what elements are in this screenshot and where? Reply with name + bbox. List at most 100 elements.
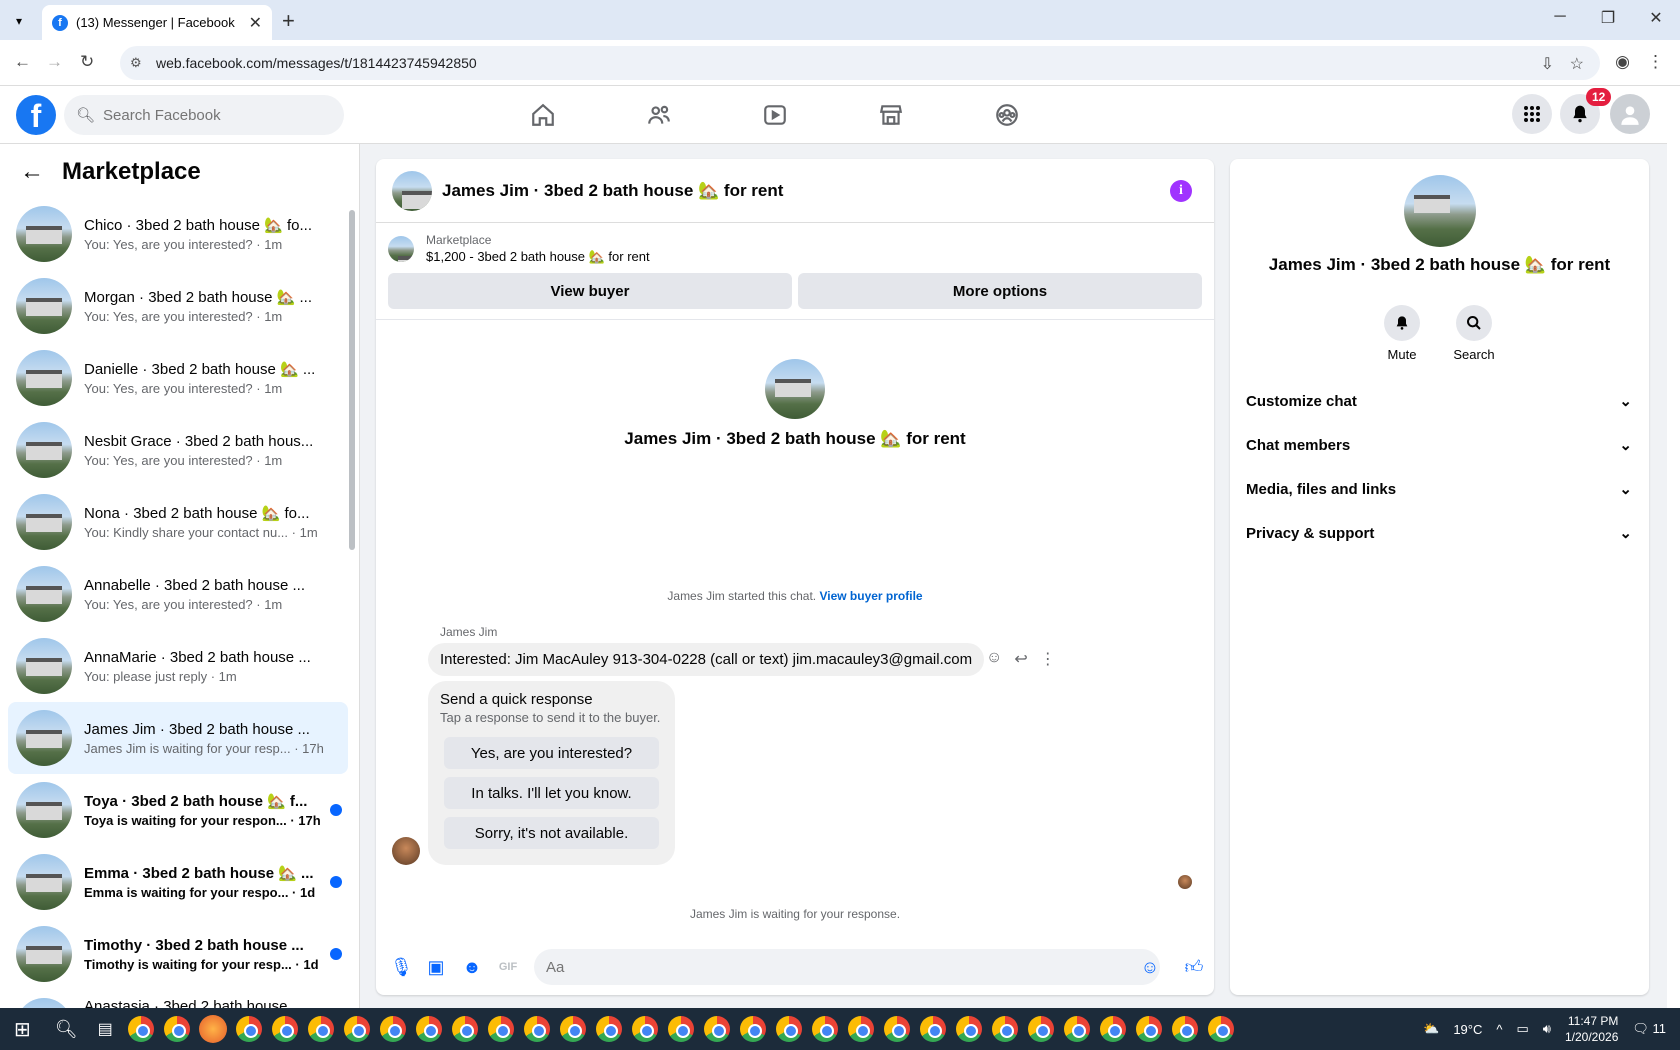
groups-icon[interactable]: [984, 92, 1030, 138]
chrome-profile-taskbar-icon[interactable]: [883, 1016, 910, 1042]
sidebar-scrollbar[interactable]: [348, 198, 356, 1008]
chrome-profile-taskbar-icon[interactable]: [739, 1016, 766, 1042]
url-bar[interactable]: ⚙ web.facebook.com/messages/t/1814423745…: [120, 46, 1600, 80]
more-options-button[interactable]: More options: [798, 273, 1202, 309]
new-tab-icon[interactable]: +: [282, 8, 295, 34]
chrome-profile-taskbar-icon[interactable]: [631, 1016, 658, 1042]
thumbs-up-icon[interactable]: 👍︎: [1184, 956, 1204, 978]
emoji-icon[interactable]: ☺: [1140, 957, 1160, 978]
chrome-profile-taskbar-icon[interactable]: [811, 1016, 838, 1042]
message-bubble[interactable]: Interested: Jim MacAuley 913-304-0228 (c…: [428, 643, 985, 676]
chrome-profile-taskbar-icon[interactable]: [703, 1016, 730, 1042]
chrome-profile-taskbar-icon[interactable]: [487, 1016, 514, 1042]
chrome-profile-taskbar-icon[interactable]: [415, 1016, 442, 1042]
network-icon[interactable]: ▭: [1516, 1021, 1528, 1037]
sticker-icon[interactable]: ☻: [462, 957, 482, 978]
chrome-profile-taskbar-icon[interactable]: [523, 1016, 550, 1042]
marketplace-icon[interactable]: [868, 92, 914, 138]
chrome-profile-taskbar-icon[interactable]: [1171, 1016, 1198, 1042]
scrollbar-thumb[interactable]: [349, 210, 355, 550]
chrome-profile-taskbar-icon[interactable]: [847, 1016, 874, 1042]
chrome-profile-taskbar-icon[interactable]: [595, 1016, 622, 1042]
info-icon[interactable]: i: [1170, 179, 1192, 202]
chrome-profile-taskbar-icon[interactable]: [775, 1016, 802, 1042]
customize-chat-section[interactable]: Customize chat ⌄: [1246, 381, 1632, 421]
close-window-icon[interactable]: ✕: [1632, 8, 1680, 28]
conversation-item-active[interactable]: James Jim · 3bed 2 bath house ... James J…: [8, 702, 348, 774]
chrome-profile-taskbar-icon[interactable]: [919, 1016, 946, 1042]
chrome-taskbar-icon[interactable]: [127, 1016, 154, 1042]
site-info-icon[interactable]: ⚙: [130, 55, 142, 71]
chrome-profile-taskbar-icon[interactable]: [667, 1016, 694, 1042]
chrome-profile-taskbar-icon[interactable]: [271, 1016, 298, 1042]
conversation-item[interactable]: Morgan · 3bed 2 bath house 🏡 ... You: Yes…: [8, 270, 348, 342]
friends-icon[interactable]: [636, 92, 682, 138]
windows-start-icon[interactable]: ⊞: [14, 1017, 31, 1042]
chat-avatar[interactable]: [392, 170, 432, 211]
conversation-item[interactable]: Chico · 3bed 2 bath house 🏡 fo... You: Ye…: [8, 198, 348, 270]
home-icon[interactable]: [520, 92, 566, 138]
conversation-item[interactable]: Timothy · 3bed 2 bath house ... Timothy i…: [8, 918, 348, 990]
chrome-profile-taskbar-icon[interactable]: [1135, 1016, 1162, 1042]
quick-response-button[interactable]: Yes, are you interested?: [444, 737, 659, 769]
chrome-profile-taskbar-icon[interactable]: [343, 1016, 370, 1042]
search-action[interactable]: Search: [1444, 305, 1504, 362]
conversation-item[interactable]: Annabelle · 3bed 2 bath house ... You: Ye…: [8, 558, 348, 630]
search-box[interactable]: 🔍︎: [64, 95, 344, 135]
taskbar-search-icon[interactable]: 🔍︎: [55, 1019, 78, 1040]
view-buyer-profile-link[interactable]: View buyer profile: [819, 589, 922, 603]
chrome-profile-taskbar-icon[interactable]: [1063, 1016, 1090, 1042]
install-app-icon[interactable]: ⇩: [1541, 54, 1554, 74]
clock[interactable]: 11:47 PM 1/20/2026: [1565, 1013, 1618, 1045]
bookmark-star-icon[interactable]: ☆: [1570, 54, 1584, 74]
gif-icon[interactable]: GIF: [498, 961, 518, 973]
reply-icon[interactable]: ↩: [1014, 649, 1027, 669]
browser-menu-icon[interactable]: ⋮: [1647, 52, 1664, 72]
chrome-profile-taskbar-icon[interactable]: [559, 1016, 586, 1042]
microphone-icon[interactable]: 🎙︎: [390, 957, 413, 978]
firefox-taskbar-icon[interactable]: [198, 1015, 227, 1043]
profile-icon[interactable]: ◉: [1615, 52, 1630, 72]
restore-icon[interactable]: ❐: [1584, 8, 1632, 28]
photo-icon[interactable]: ▣: [426, 957, 446, 978]
forward-icon[interactable]: →: [46, 52, 63, 72]
conversation-item[interactable]: Danielle · 3bed 2 bath house 🏡 ... You: Y…: [8, 342, 348, 414]
chat-members-section[interactable]: Chat members ⌄: [1246, 425, 1632, 465]
video-icon[interactable]: [752, 92, 798, 138]
view-buyer-button[interactable]: View buyer: [388, 273, 792, 309]
conversation-item[interactable]: AnnaMarie · 3bed 2 bath house ... You: pl…: [8, 630, 348, 702]
chrome-taskbar-icon[interactable]: [163, 1016, 190, 1042]
chrome-profile-taskbar-icon[interactable]: [1099, 1016, 1126, 1042]
conversation-item[interactable]: Emma · 3bed 2 bath house 🏡 ... Emma is wa…: [8, 846, 348, 918]
quick-response-button[interactable]: Sorry, it's not available.: [444, 817, 659, 849]
chrome-profile-taskbar-icon[interactable]: [1207, 1016, 1234, 1042]
close-tab-icon[interactable]: ✕: [249, 13, 262, 33]
chrome-profile-taskbar-icon[interactable]: [379, 1016, 406, 1042]
task-view-icon[interactable]: ▤: [98, 1019, 113, 1039]
mute-action[interactable]: Mute: [1372, 305, 1432, 362]
notification-center-icon[interactable]: 🗨︎ 11: [1632, 1021, 1666, 1037]
chrome-profile-taskbar-icon[interactable]: [451, 1016, 478, 1042]
weather-temp[interactable]: 19°C: [1453, 1022, 1482, 1037]
volume-icon[interactable]: 🔊︎: [1543, 1021, 1551, 1037]
chrome-profile-taskbar-icon[interactable]: [307, 1016, 334, 1042]
chrome-profile-taskbar-icon[interactable]: [955, 1016, 982, 1042]
media-files-links-section[interactable]: Media, files and links ⌄: [1246, 469, 1632, 509]
browser-tab[interactable]: f (13) Messenger | Facebook ✕: [42, 5, 272, 40]
search-input[interactable]: [103, 106, 324, 124]
chrome-profile-taskbar-icon[interactable]: [1027, 1016, 1054, 1042]
facebook-logo-icon[interactable]: f: [16, 95, 56, 135]
react-icon[interactable]: ☺: [986, 649, 1002, 669]
reload-icon[interactable]: ↻: [80, 52, 94, 72]
chrome-profile-taskbar-icon[interactable]: [235, 1016, 262, 1042]
tab-search-icon[interactable]: ▾: [8, 10, 30, 32]
conversation-item[interactable]: Toya · 3bed 2 bath house 🏡 f... Toya is w…: [8, 774, 348, 846]
message-input[interactable]: [546, 958, 1132, 976]
page-scrollbar[interactable]: [1667, 86, 1680, 1008]
conversation-item[interactable]: Nona · 3bed 2 bath house 🏡 fo... You: Kin…: [8, 486, 348, 558]
buyer-avatar[interactable]: [392, 837, 420, 865]
minimize-icon[interactable]: ─: [1536, 8, 1584, 28]
message-input-box[interactable]: ☺: [534, 949, 1160, 985]
menu-grid-icon[interactable]: [1512, 94, 1552, 134]
more-icon[interactable]: ⋮: [1040, 649, 1056, 669]
